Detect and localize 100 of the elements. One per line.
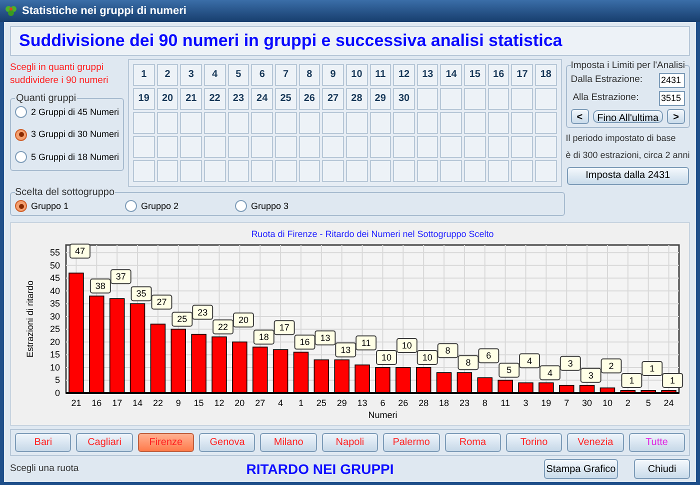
data-label: 37 — [116, 272, 126, 282]
number-cell — [133, 112, 155, 134]
value-label: 3 — [560, 356, 581, 371]
x-tick-label: 28 — [418, 398, 429, 408]
radio-button[interactable] — [15, 200, 27, 212]
y-tick-label: 55 — [50, 248, 60, 258]
x-tick-label: 3 — [523, 398, 528, 408]
y-tick-label: 45 — [50, 273, 60, 284]
value-label: 1 — [662, 372, 684, 388]
x-tick-label: 30 — [582, 398, 592, 408]
radio-option[interactable]: Gruppo 3 — [235, 200, 345, 213]
data-label: 17 — [279, 322, 290, 333]
number-cell — [535, 112, 557, 134]
value-label: 10 — [416, 350, 438, 365]
print-chart-button[interactable]: Stampa Grafico — [544, 459, 618, 479]
number-cell — [535, 160, 557, 182]
number-cell — [535, 88, 557, 110]
number-cell: 1 — [133, 64, 155, 86]
radio-button[interactable] — [15, 128, 27, 141]
x-tick-label: 19 — [541, 398, 552, 408]
number-cell — [180, 136, 202, 158]
number-cell — [274, 160, 297, 182]
data-label: 8 — [445, 346, 450, 356]
x-tick-label: 18 — [439, 398, 450, 408]
set-start-button[interactable]: Imposta dalla 2431 — [566, 166, 689, 185]
status-text: Scegli una ruota — [10, 462, 80, 476]
x-tick-label: 16 — [92, 398, 102, 408]
radio-button[interactable] — [15, 106, 27, 118]
value-label: 20 — [232, 312, 254, 328]
number-cell — [251, 136, 273, 158]
value-label: 6 — [478, 348, 500, 364]
value-label: 22 — [212, 319, 234, 334]
number-cell: 3 — [180, 64, 202, 86]
number-cell — [440, 88, 462, 110]
number-cell: 26 — [298, 88, 320, 110]
x-tick-label: 2 — [625, 398, 630, 408]
subgroup-legend: Scelta del sottogruppo — [15, 184, 115, 200]
data-label: 8 — [466, 358, 471, 368]
x-tick-label: 1 — [298, 398, 304, 408]
previous-button[interactable]: < — [570, 108, 589, 124]
number-cell — [346, 136, 368, 158]
radio-option[interactable]: 2 Gruppi di 45 Numeri — [15, 106, 120, 119]
number-cell — [156, 136, 178, 158]
value-label: 16 — [294, 334, 316, 350]
x-tick-label: 4 — [278, 398, 284, 408]
footer-title: RITARDO NEI GRUPPI — [245, 460, 395, 478]
radio-option[interactable]: Gruppo 2 — [125, 200, 235, 213]
x-tick-label: 25 — [316, 398, 326, 408]
number-cell: 8 — [298, 64, 320, 86]
clover-icon — [4, 4, 18, 18]
radio-button[interactable] — [15, 151, 27, 164]
number-cell — [322, 160, 344, 182]
radio-button[interactable] — [125, 200, 137, 212]
data-label: 10 — [381, 352, 392, 362]
x-tick-label: 23 — [459, 398, 470, 408]
y-tick-label: 25 — [50, 324, 60, 334]
x-tick-label: 21 — [71, 398, 82, 408]
data-label: 25 — [177, 314, 188, 324]
window-title: Statistiche nei gruppi di numeri — [22, 4, 186, 18]
data-label: 47 — [74, 246, 86, 256]
value-label: 23 — [192, 304, 214, 320]
data-label: 1 — [629, 375, 634, 386]
data-label: 11 — [361, 338, 371, 348]
number-cell: 28 — [346, 88, 368, 110]
value-label: 1 — [621, 372, 642, 388]
number-cell: 5 — [228, 64, 250, 86]
last-draw-button[interactable]: Fino All'ultima — [593, 110, 663, 123]
number-cell — [274, 112, 297, 134]
number-cell — [370, 136, 392, 158]
value-label: 37 — [110, 269, 132, 284]
value-label: 3 — [580, 368, 602, 383]
data-label: 38 — [95, 281, 106, 292]
radio-option[interactable]: Gruppo 1 — [15, 200, 125, 213]
x-tick-label: 20 — [234, 398, 245, 408]
to-field[interactable]: 3515 — [659, 90, 685, 106]
data-label: 4 — [527, 356, 532, 366]
value-label: 38 — [90, 278, 111, 294]
data-label: 6 — [486, 350, 492, 361]
radio-button[interactable] — [235, 200, 247, 212]
number-cell: 7 — [274, 64, 297, 86]
radio-option[interactable]: 3 Gruppi di 30 Numeri — [15, 128, 120, 142]
next-button[interactable]: > — [666, 108, 685, 124]
value-label: 11 — [356, 335, 377, 350]
number-cell: 9 — [322, 64, 344, 86]
data-label: 10 — [402, 340, 412, 350]
number-cell — [322, 136, 344, 158]
number-cell — [133, 136, 155, 158]
number-cell — [133, 160, 155, 182]
number-cell: 27 — [322, 88, 344, 110]
period-note: Il periodo impostato di base — [566, 132, 677, 145]
number-cell — [346, 160, 368, 182]
number-cell: 25 — [274, 88, 297, 110]
data-label: 5 — [506, 365, 512, 376]
close-button[interactable]: Chiudi — [634, 459, 690, 479]
number-cell — [393, 136, 415, 158]
from-field[interactable]: 2431 — [659, 72, 685, 88]
number-cell — [228, 160, 250, 182]
number-cell — [511, 112, 534, 134]
radio-option[interactable]: 5 Gruppi di 18 Numeri — [15, 150, 120, 164]
number-cell — [464, 160, 486, 182]
